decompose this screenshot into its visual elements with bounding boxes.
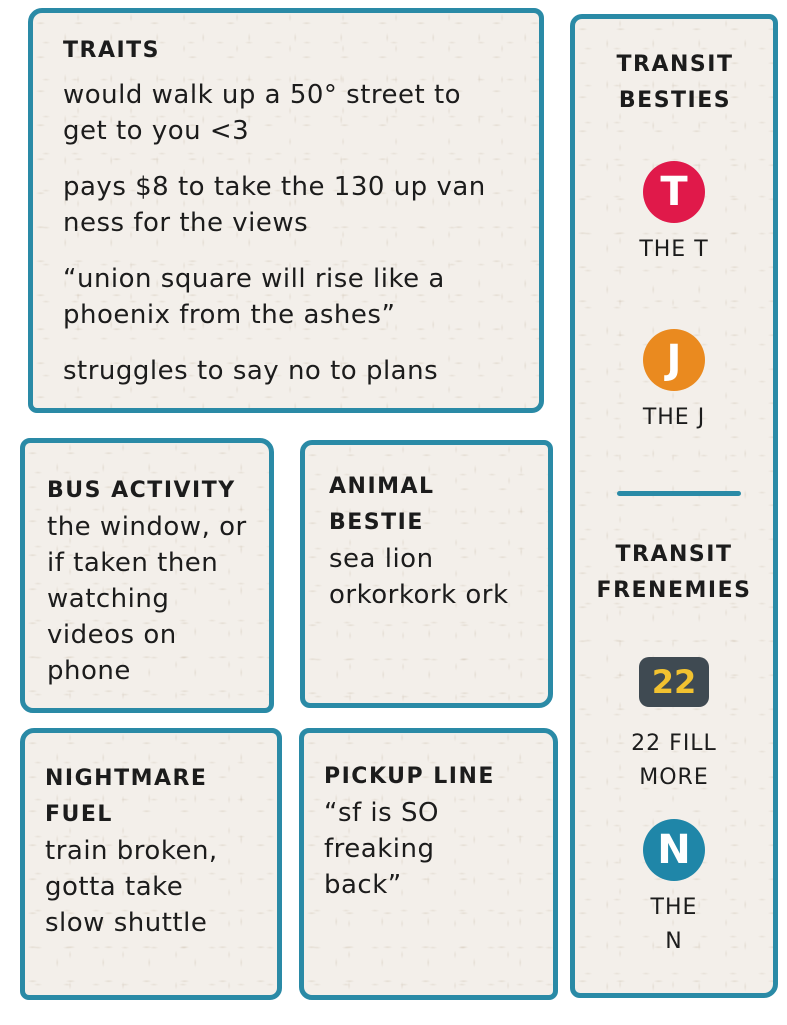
trait-item: would walk up a 50° street to get to you… [63, 80, 462, 146]
bus-activity-text: the window, or if taken then watching vi… [47, 512, 247, 686]
trait-item: pays $8 to take the 130 up van ness for … [63, 172, 486, 238]
frenemy-22: 22 22 FILL MORE [575, 657, 773, 795]
trait-item: struggles to say no to plans [63, 356, 439, 386]
transit-besties-heading: TRANSIT BESTIES [616, 52, 734, 113]
animal-bestie-text: sea lion orkorkork ork [329, 544, 509, 610]
pickup-line-text: “sf is SO freaking back” [324, 798, 439, 900]
nightmare-fuel-text: train broken, gotta take slow shuttle [45, 836, 218, 938]
section-divider [617, 491, 741, 496]
transit-frenemies-heading: TRANSIT FRENEMIES [596, 542, 752, 603]
pickup-line-heading: PICKUP LINE [324, 764, 495, 789]
frenemy-label: 22 FILL MORE [631, 731, 717, 790]
j-line-icon: J [643, 329, 705, 391]
bestie-label: THE J [642, 405, 706, 430]
trait-item: “union square will rise like a phoenix f… [63, 264, 445, 330]
animal-bestie-card: ANIMAL BESTIE sea lion orkorkork ork [300, 440, 553, 708]
transit-sidebar: TRANSIT BESTIES T THE T J THE J TRANSIT … [570, 14, 778, 998]
nightmare-fuel-heading: NIGHTMARE FUEL [45, 766, 208, 827]
bestie-t: T THE T [575, 161, 773, 267]
pickup-line-card: PICKUP LINE “sf is SO freaking back” [299, 728, 558, 1000]
frenemy-label: THE N [650, 895, 698, 954]
bus-activity-card: BUS ACTIVITY the window, or if taken the… [20, 438, 274, 713]
nightmare-fuel-card: NIGHTMARE FUEL train broken, gotta take … [20, 728, 282, 1000]
frenemy-n: N THE N [575, 819, 773, 959]
bestie-j: J THE J [575, 329, 773, 435]
bus-22-icon: 22 [639, 657, 709, 707]
bus-activity-heading: BUS ACTIVITY [47, 478, 236, 503]
t-line-icon: T [643, 161, 705, 223]
bestie-label: THE T [639, 237, 709, 262]
n-line-icon: N [643, 819, 705, 881]
traits-card: TRAITS would walk up a 50° street to get… [28, 8, 544, 413]
animal-bestie-heading: ANIMAL BESTIE [329, 474, 435, 535]
traits-heading: TRAITS [63, 38, 161, 63]
